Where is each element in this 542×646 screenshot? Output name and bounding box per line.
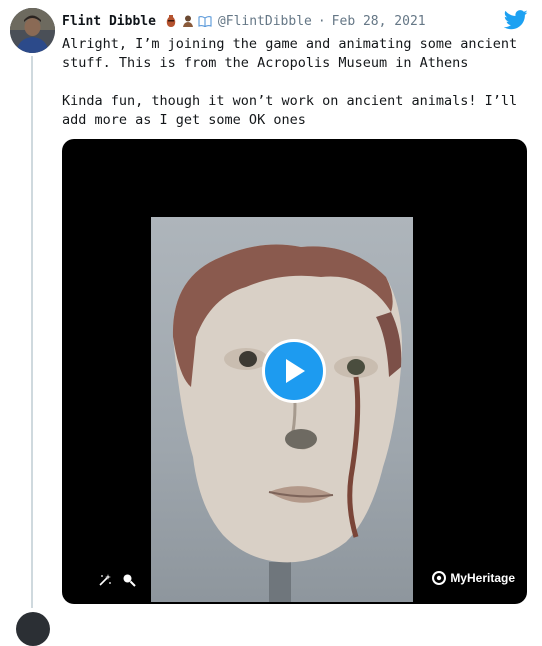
avatar[interactable] — [10, 8, 55, 53]
bust-icon — [182, 15, 193, 27]
author-name[interactable]: Flint Dibble — [62, 14, 156, 29]
next-tweet-avatar[interactable] — [16, 612, 50, 646]
tweet-date[interactable]: Feb 28, 2021 — [332, 14, 426, 29]
name-emojis — [164, 14, 212, 28]
watermark-text: MyHeritage — [450, 571, 515, 585]
myheritage-watermark: MyHeritage — [432, 571, 515, 585]
tweet-text: Alright, I’m joining the game and animat… — [62, 35, 522, 130]
video-thumbnail — [151, 217, 413, 602]
tweet-header: Flint Dibble @FlintDibble · Feb 28, 2021 — [62, 11, 502, 31]
header-separator: · — [317, 13, 326, 29]
magic-wand-icon — [99, 574, 111, 586]
author-handle[interactable]: @FlintDibble — [218, 14, 312, 29]
play-button[interactable] — [262, 339, 326, 403]
avatar-image — [10, 8, 55, 53]
video-player[interactable]: MyHeritage — [62, 139, 527, 604]
tweet-paragraph: Kinda fun, though it won’t work on ancie… — [62, 93, 518, 128]
video-tools — [98, 573, 136, 587]
play-icon — [286, 359, 305, 383]
amphora-icon — [166, 15, 176, 27]
tweet-paragraph: Alright, I’m joining the game and animat… — [62, 36, 518, 71]
thread-line — [31, 56, 33, 608]
myheritage-logo-icon — [432, 571, 447, 585]
book-icon — [198, 16, 212, 28]
statue-head-image — [172, 244, 402, 602]
twitter-bird-icon[interactable] — [504, 9, 528, 31]
search-icon — [123, 574, 136, 587]
